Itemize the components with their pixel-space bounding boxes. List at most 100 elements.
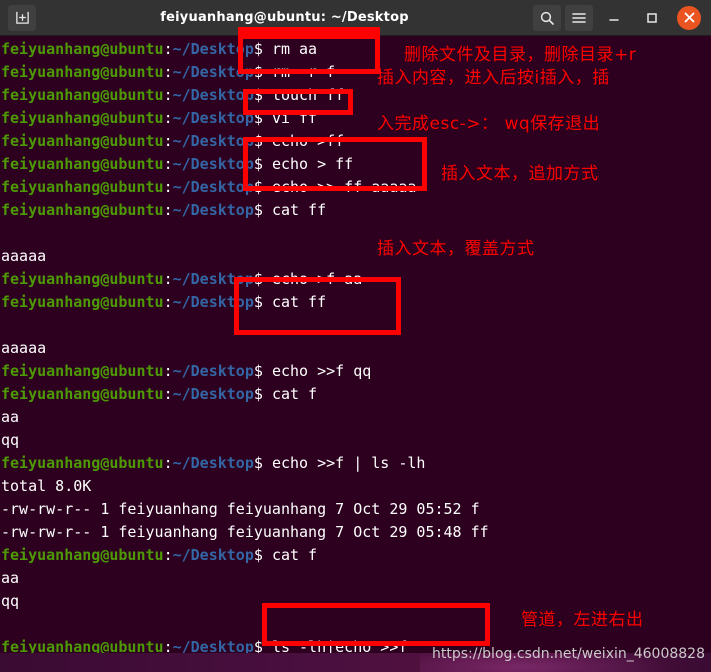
prompt-symbol: $ [253,385,272,403]
terminal-output-line: -rw-rw-r-- 1 feiyuanhang feiyuanhang 7 O… [1,521,711,544]
prompt-user: feiyuanhang@ubuntu [1,546,164,564]
prompt-colon: : [163,132,173,150]
terminal-command: cat ff [271,293,327,311]
prompt-symbol: $ [253,293,272,311]
terminal-prompt-line: feiyuanhang@ubuntu:~/Desktop$ echo >> ff… [1,176,711,199]
prompt-symbol: $ [253,109,272,127]
prompt-path: ~/Desktop [172,178,254,196]
terminal-command: cat f [271,546,318,564]
prompt-symbol: $ [253,638,272,653]
annotation-note: 入完成esc->： wq保存退出 [377,114,601,134]
terminal-output-line: aaaaa [1,337,711,360]
terminal-prompt-line: feiyuanhang@ubuntu:~/Desktop$ echo > ff [1,153,711,176]
close-button[interactable] [677,5,701,30]
annotation-note: 插入文本，覆盖方式 [377,239,535,259]
terminal-command: rm aa [271,40,318,58]
terminal-prompt-line: feiyuanhang@ubuntu:~/Desktop$ vi ff [1,107,711,130]
output-text: aaaaa [1,339,47,357]
prompt-path: ~/Desktop [172,201,254,219]
terminal-command: vi ff [271,109,318,127]
prompt-path: ~/Desktop [172,454,254,472]
prompt-user: feiyuanhang@ubuntu [1,293,164,311]
prompt-symbol: $ [253,454,272,472]
prompt-colon: : [163,546,173,564]
watermark-url: https://blog.csdn.net/weixin_46008828 [431,646,705,662]
terminal-output-line: total 8.0K [1,475,711,498]
prompt-path: ~/Desktop [172,362,254,380]
prompt-user: feiyuanhang@ubuntu [1,178,164,196]
hamburger-menu-icon[interactable] [565,4,593,31]
prompt-symbol: $ [253,40,272,58]
prompt-path: ~/Desktop [172,270,254,288]
terminal-prompt-line: feiyuanhang@ubuntu:~/Desktop$ echo >f aa [1,268,711,291]
prompt-symbol: $ [253,362,272,380]
terminal-prompt-line: feiyuanhang@ubuntu:~/Desktop$ cat f [1,383,711,406]
output-text: qq [1,592,20,610]
prompt-symbol: $ [253,270,272,288]
terminal-command: touch ff [271,86,345,104]
output-text: -rw-rw-r-- 1 feiyuanhang feiyuanhang 7 O… [1,500,480,518]
prompt-symbol: $ [253,155,272,173]
prompt-colon: : [163,155,173,173]
prompt-colon: : [163,86,173,104]
prompt-colon: : [163,40,173,58]
new-tab-icon[interactable] [8,4,36,31]
prompt-user: feiyuanhang@ubuntu [1,270,164,288]
terminal-output-line: aa [1,567,711,590]
prompt-colon: : [163,293,173,311]
prompt-user: feiyuanhang@ubuntu [1,638,164,653]
prompt-symbol: $ [253,63,272,81]
terminal-command: cat f [271,385,318,403]
terminal-output-line: aaaaa [1,245,711,268]
terminal-prompt-line: feiyuanhang@ubuntu:~/Desktop$ cat f [1,544,711,567]
annotation-note: 插入文本，追加方式 [441,164,599,184]
prompt-path: ~/Desktop [172,86,254,104]
prompt-symbol: $ [253,178,272,196]
terminal-command: cat ff [271,201,327,219]
terminal-prompt-line: feiyuanhang@ubuntu:~/Desktop$ cat ff [1,199,711,222]
terminal-command: echo >>f | ls -lh [271,454,426,472]
terminal-output-area[interactable]: feiyuanhang@ubuntu:~/Desktop$ rm aa feiyu… [0,36,711,653]
prompt-colon: : [163,638,173,653]
prompt-symbol: $ [253,132,272,150]
terminal-command: echo >f aa [271,270,363,288]
prompt-path: ~/Desktop [172,385,254,403]
terminal-prompt-line: feiyuanhang@ubuntu:~/Desktop$ echo >>f q… [1,360,711,383]
prompt-colon: : [163,109,173,127]
output-text: total 8.0K [1,477,92,495]
prompt-user: feiyuanhang@ubuntu [1,63,164,81]
output-text: -rw-rw-r-- 1 feiyuanhang feiyuanhang 7 O… [1,523,489,541]
terminal-prompt-line: feiyuanhang@ubuntu:~/Desktop$ echo >ff [1,130,711,153]
prompt-colon: : [163,385,173,403]
prompt-user: feiyuanhang@ubuntu [1,40,164,58]
prompt-path: ~/Desktop [172,638,254,653]
minimize-button[interactable] [599,5,629,31]
prompt-user: feiyuanhang@ubuntu [1,201,164,219]
terminal-command: echo >>f qq [271,362,372,380]
prompt-colon: : [163,178,173,196]
prompt-user: feiyuanhang@ubuntu [1,86,164,104]
prompt-user: feiyuanhang@ubuntu [1,132,164,150]
output-text: aaaaa [1,247,47,265]
terminal-command: echo > ff [271,155,354,173]
window-titlebar: feiyuanhang@ubuntu: ~/Desktop [0,0,711,36]
prompt-colon: : [163,201,173,219]
prompt-colon: : [163,362,173,380]
prompt-symbol: $ [253,86,272,104]
terminal-prompt-line: feiyuanhang@ubuntu:~/Desktop$ cat ff [1,291,711,314]
prompt-symbol: $ [253,546,272,564]
prompt-path: ~/Desktop [172,546,254,564]
search-icon[interactable] [533,4,561,31]
prompt-user: feiyuanhang@ubuntu [1,362,164,380]
output-text: aa [1,569,20,587]
terminal-window: feiyuanhang@ubuntu: ~/Desktop feiyuanhan… [0,0,711,672]
prompt-user: feiyuanhang@ubuntu [1,155,164,173]
maximize-button[interactable] [637,5,667,31]
output-text: qq [1,431,20,449]
prompt-path: ~/Desktop [172,155,254,173]
prompt-user: feiyuanhang@ubuntu [1,385,164,403]
annotation-note: 删除文件及目录，删除目录+r [404,45,637,65]
prompt-path: ~/Desktop [172,109,254,127]
